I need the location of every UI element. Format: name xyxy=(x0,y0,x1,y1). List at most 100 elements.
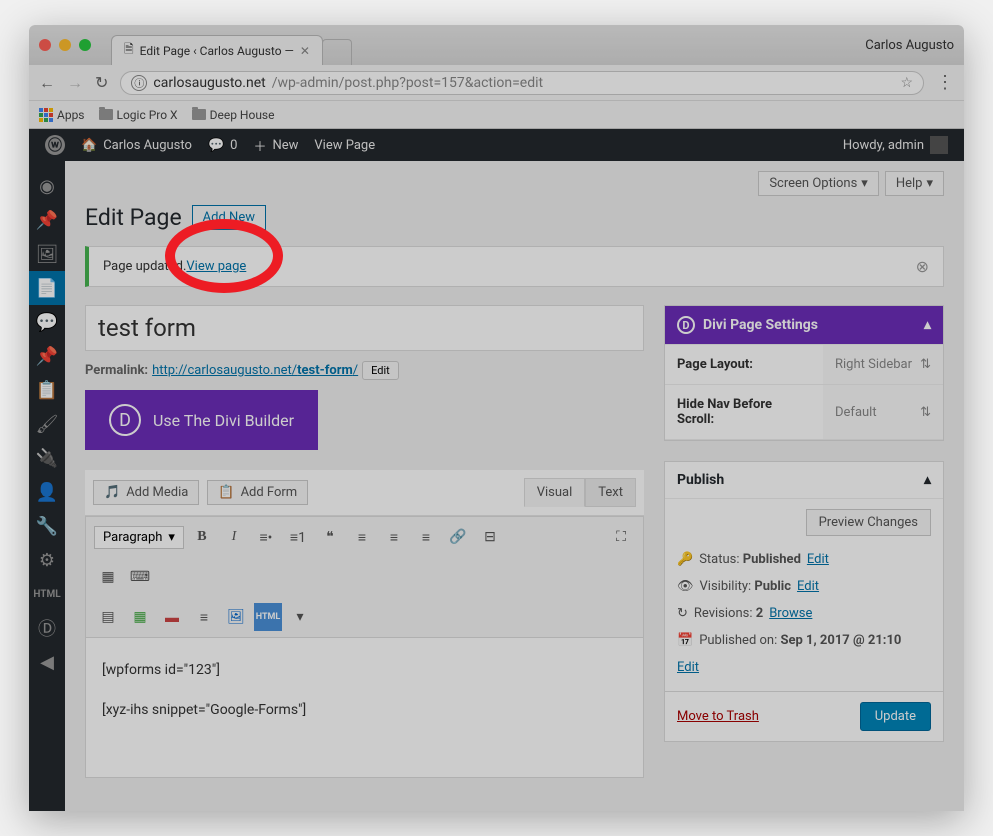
edit-permalink-button[interactable]: Edit xyxy=(362,361,399,380)
view-page-link[interactable]: View Page xyxy=(306,129,383,161)
bookmark-star-icon[interactable]: ☆ xyxy=(900,75,913,91)
edit-date-link[interactable]: Edit xyxy=(677,660,699,675)
browser-tab-active[interactable]: 🗎 Edit Page ‹ Carlos Augusto — ✕ xyxy=(111,35,323,65)
media-icon: 🎵 xyxy=(104,485,120,500)
hide-nav-label: Hide Nav Before Scroll: xyxy=(665,385,823,439)
insert-bar-button[interactable]: ≡ xyxy=(190,603,218,631)
divi-settings-header[interactable]: DDivi Page Settings ▴ xyxy=(665,306,943,345)
dismiss-icon[interactable]: ⊗ xyxy=(916,257,929,276)
bullet-list-button[interactable]: ≡• xyxy=(252,523,280,551)
bookmark-folder-logic[interactable]: Logic Pro X xyxy=(99,108,178,122)
menu-wpforms-icon[interactable]: 📋 xyxy=(29,373,65,407)
preview-button[interactable]: Preview Changes xyxy=(806,509,931,536)
url-path: /wp-admin/post.php?post=157&action=edit xyxy=(272,75,543,91)
page-layout-select[interactable]: Right Sidebar⇅ xyxy=(823,345,943,384)
insert-image-button[interactable]: 🖼 xyxy=(222,603,250,631)
keyboard-button[interactable]: ⌨ xyxy=(126,563,154,591)
browser-profile[interactable]: Carlos Augusto xyxy=(865,38,954,53)
content-editor[interactable]: [wpforms id="123"] [xyz-ihs snippet="Goo… xyxy=(85,638,644,778)
post-title-input[interactable] xyxy=(85,305,644,351)
dropdown-button[interactable]: ▾ xyxy=(286,603,314,631)
add-form-button[interactable]: 📋Add Form xyxy=(207,480,308,505)
browser-toolbar: ← → ↻ ⓘ carlosaugusto.net/wp-admin/post.… xyxy=(29,65,964,101)
menu-divi-icon[interactable]: Ⓓ xyxy=(29,611,65,645)
more-button[interactable]: ⊟ xyxy=(476,523,504,551)
chrome-menu-icon[interactable]: ⋮ xyxy=(936,72,954,93)
address-bar[interactable]: ⓘ carlosaugusto.net/wp-admin/post.php?po… xyxy=(120,71,924,95)
text-color-button[interactable]: ▤ xyxy=(94,603,122,631)
format-select[interactable]: Paragraph▾ xyxy=(94,526,184,549)
menu-posts-icon[interactable]: 📌 xyxy=(29,203,65,237)
update-button[interactable]: Update xyxy=(860,702,931,731)
window-minimize-button[interactable] xyxy=(59,39,71,51)
help-button[interactable]: Help ▾ xyxy=(885,171,944,196)
html-button[interactable]: HTML xyxy=(254,603,282,631)
howdy-menu[interactable]: Howdy, admin xyxy=(835,129,956,161)
back-button[interactable]: ← xyxy=(39,73,55,93)
browse-revisions-link[interactable]: Browse xyxy=(769,606,812,621)
comments-link[interactable]: 💬 0 xyxy=(200,129,246,161)
bold-button[interactable]: B xyxy=(188,523,216,551)
window-maximize-button[interactable] xyxy=(79,39,91,51)
collapse-icon[interactable]: ▴ xyxy=(924,472,931,488)
toolbar-toggle-button[interactable]: ▦ xyxy=(94,563,122,591)
menu-users-icon[interactable]: 👤 xyxy=(29,475,65,509)
view-page-link[interactable]: View page xyxy=(186,259,246,274)
permalink-row: Permalink: http://carlosaugusto.net/test… xyxy=(85,351,644,390)
folder-icon xyxy=(192,109,206,120)
site-info-icon[interactable]: ⓘ xyxy=(131,75,147,91)
fullscreen-button[interactable]: ⛶ xyxy=(607,523,635,551)
menu-tools-icon[interactable]: 🔧 xyxy=(29,509,65,543)
italic-button[interactable]: I xyxy=(220,523,248,551)
site-name-link[interactable]: 🏠 Carlos Augusto xyxy=(73,129,200,161)
hide-nav-select[interactable]: Default⇅ xyxy=(823,385,943,439)
link-button[interactable]: 🔗 xyxy=(444,523,472,551)
edit-visibility-link[interactable]: Edit xyxy=(797,579,819,594)
menu-appearance-icon[interactable]: 🖌 xyxy=(29,407,65,441)
publish-header[interactable]: Publish ▴ xyxy=(665,462,943,499)
menu-settings-icon[interactable]: ⚙ xyxy=(29,543,65,577)
menu-html-icon[interactable]: HTML xyxy=(29,577,65,611)
add-media-button[interactable]: 🎵Add Media xyxy=(93,480,199,505)
divi-builder-button[interactable]: D Use The Divi Builder xyxy=(85,390,318,450)
reload-button[interactable]: ↻ xyxy=(95,73,108,92)
tab-close-icon[interactable]: ✕ xyxy=(300,44,310,58)
apps-shortcut[interactable]: Apps xyxy=(39,108,85,122)
move-to-trash-link[interactable]: Move to Trash xyxy=(677,709,759,724)
menu-dashboard-icon[interactable]: ◉ xyxy=(29,169,65,203)
menu-media-icon[interactable]: 🖼 xyxy=(29,237,65,271)
add-new-button[interactable]: Add New xyxy=(192,205,266,230)
align-left-button[interactable]: ≡ xyxy=(348,523,376,551)
sort-icon: ⇅ xyxy=(920,357,931,372)
visual-tab[interactable]: Visual xyxy=(524,478,586,507)
plus-icon: ＋ xyxy=(253,136,266,155)
screen-options-button[interactable]: Screen Options ▾ xyxy=(758,171,879,196)
collapse-icon[interactable]: ▴ xyxy=(924,317,931,333)
text-tab[interactable]: Text xyxy=(585,478,636,507)
align-center-button[interactable]: ≡ xyxy=(380,523,408,551)
new-tab-button[interactable] xyxy=(322,39,352,65)
calendar-icon: 📅 xyxy=(677,633,693,648)
menu-comments-icon[interactable]: 💬 xyxy=(29,305,65,339)
editor-line: [xyz-ihs snippet="Google-Forms"] xyxy=(102,702,627,718)
menu-collapse-icon[interactable]: ◀ xyxy=(29,645,65,679)
blockquote-button[interactable]: ❝ xyxy=(316,523,344,551)
align-right-button[interactable]: ≡ xyxy=(412,523,440,551)
window-close-button[interactable] xyxy=(39,39,51,51)
wp-logo[interactable]: ⓦ xyxy=(37,129,73,161)
tab-title: Edit Page ‹ Carlos Augusto — xyxy=(140,44,294,58)
edit-status-link[interactable]: Edit xyxy=(807,552,829,567)
insert-green-button[interactable]: ▦ xyxy=(126,603,154,631)
new-content-link[interactable]: ＋ New xyxy=(245,129,306,161)
bookmark-folder-deep[interactable]: Deep House xyxy=(192,108,275,122)
menu-projects-icon[interactable]: 📌 xyxy=(29,339,65,373)
menu-pages-icon[interactable]: 📄 xyxy=(29,271,65,305)
insert-red-button[interactable]: ▬ xyxy=(158,603,186,631)
revisions-row: ↻ Revisions: 2 Browse xyxy=(677,600,931,627)
permalink-link[interactable]: http://carlosaugusto.net/test-form/ xyxy=(152,363,358,378)
sort-icon: ⇅ xyxy=(920,405,931,420)
number-list-button[interactable]: ≡1 xyxy=(284,523,312,551)
bookmarks-bar: Apps Logic Pro X Deep House xyxy=(29,101,964,129)
caret-down-icon: ▾ xyxy=(861,176,868,191)
menu-plugins-icon[interactable]: 🔌 xyxy=(29,441,65,475)
